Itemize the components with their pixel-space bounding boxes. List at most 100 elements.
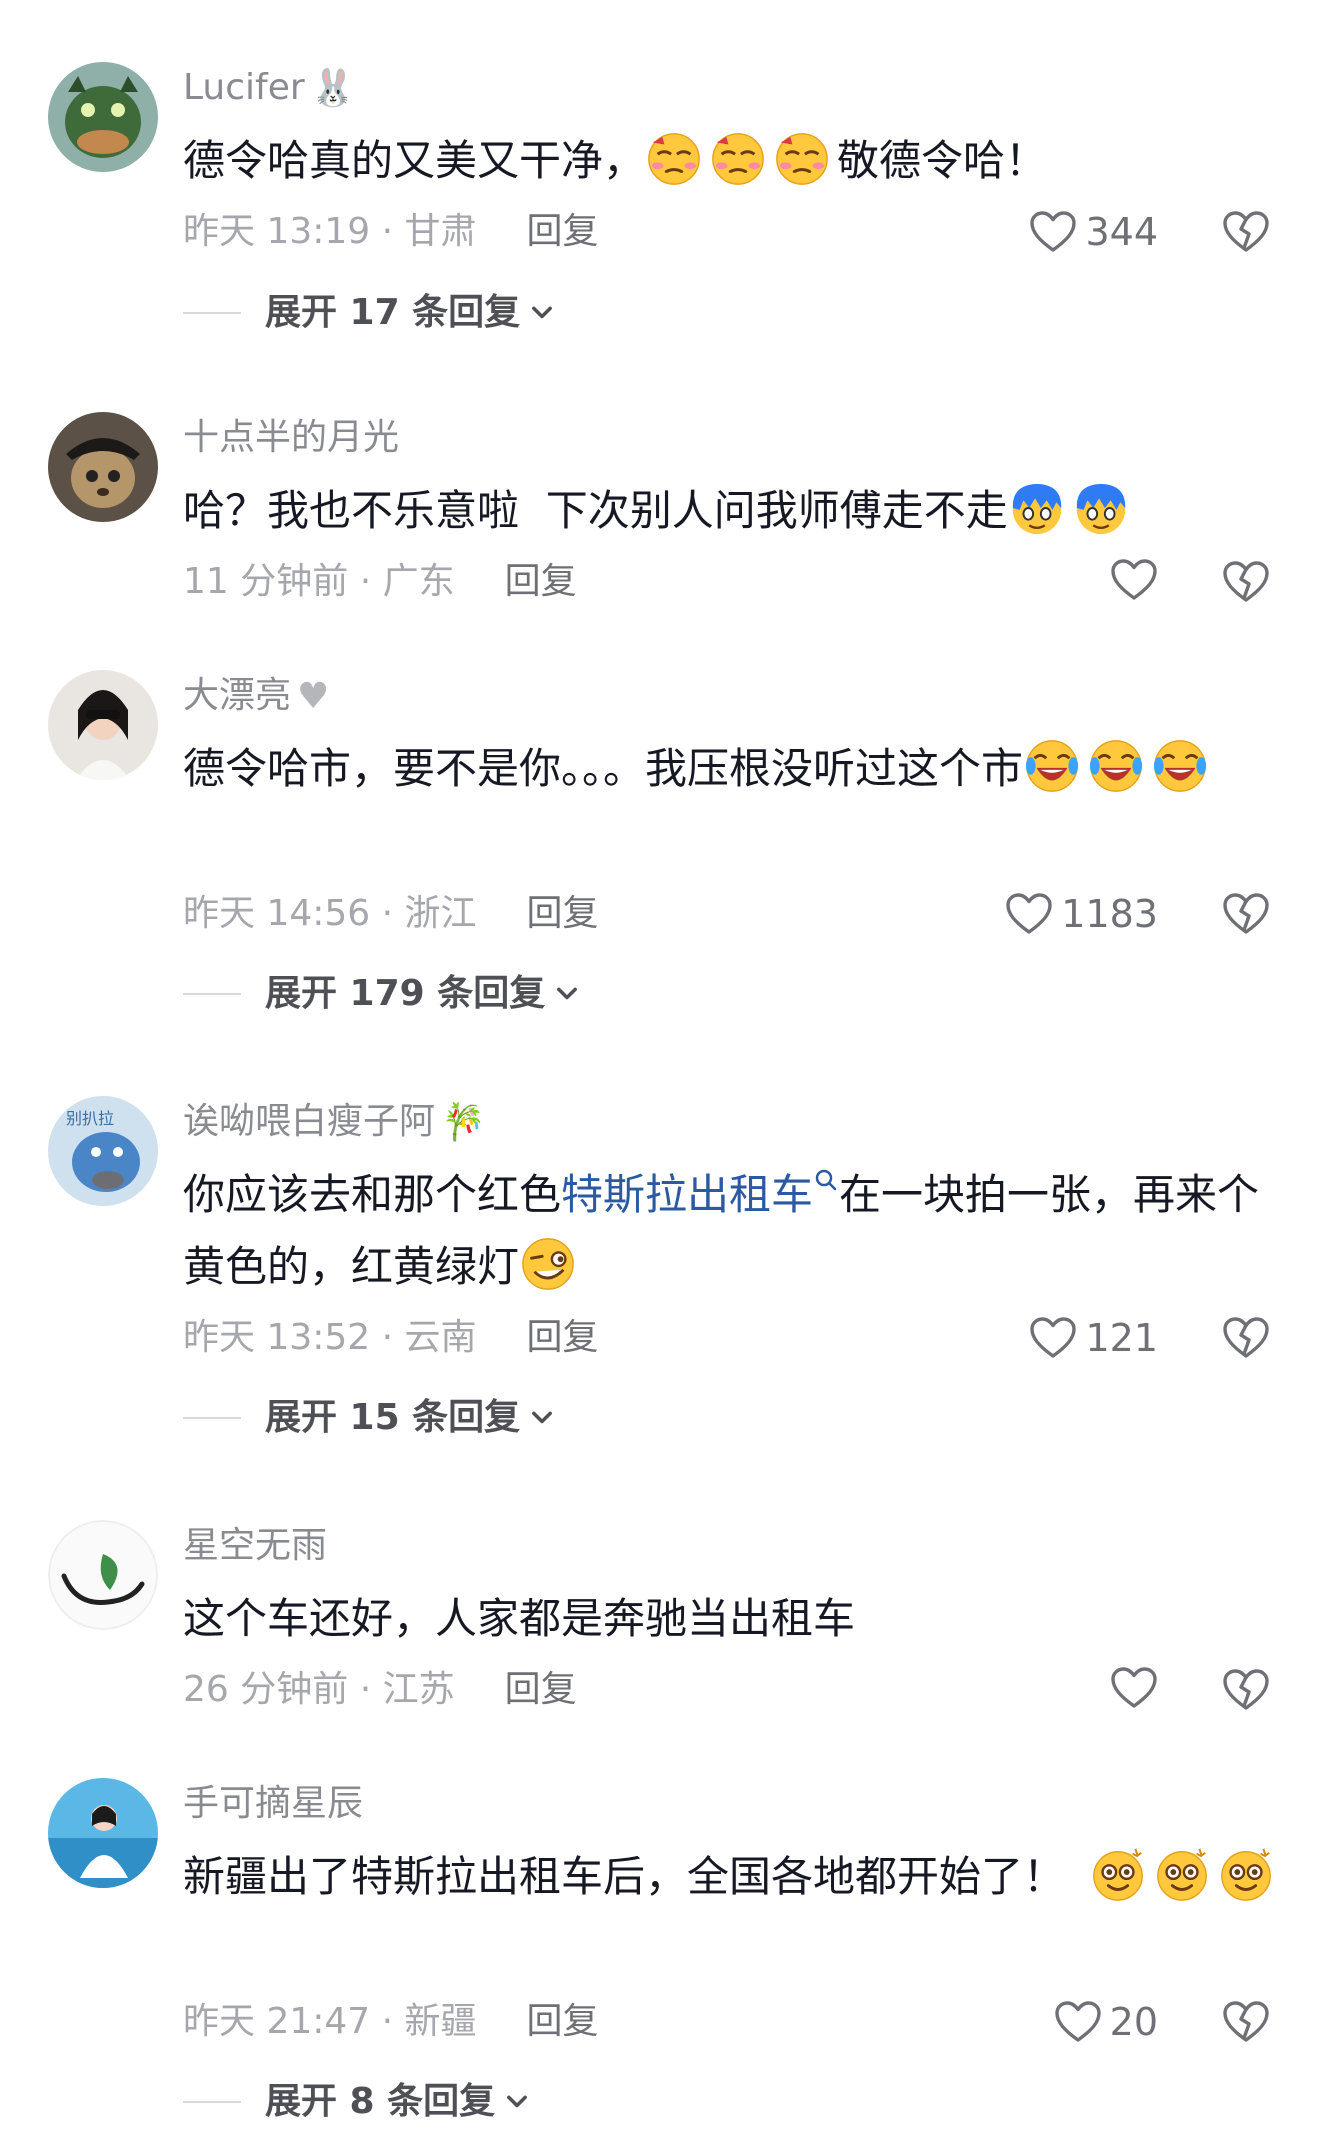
divider — [183, 312, 241, 314]
dislike-button[interactable] — [1222, 1668, 1274, 1716]
comment-meta: 11 分钟前 · 广东 回复 — [183, 558, 577, 606]
crying-laugh-emoji-icon — [1023, 737, 1081, 795]
comment-text: 这个车还好，人家都是奔驰当出租车 — [183, 1583, 1283, 1655]
expand-replies-button[interactable]: 展开 15 条回复 — [183, 1394, 556, 1442]
reply-button[interactable]: 回复 — [527, 211, 599, 252]
like-button[interactable]: 344 — [1029, 208, 1158, 256]
chevron-down-icon — [553, 980, 581, 1008]
comment-text: 德令哈市，要不是你。。。我压根没听过这个市 — [183, 733, 1283, 805]
expand-replies-button[interactable]: 展开 17 条回复 — [183, 289, 556, 337]
dislike-button[interactable] — [1222, 2000, 1274, 2048]
blue-hair-emoji-icon — [1072, 479, 1130, 537]
comment-meta: 昨天 21:47 · 新疆 回复 — [183, 1998, 599, 2046]
heart-outline-icon — [1110, 558, 1158, 602]
chevron-down-icon — [528, 299, 556, 327]
comment-text-part: 这个车还好，人家都是奔驰当出租车 — [183, 1594, 856, 1643]
username[interactable]: Lucifer 🐰 — [183, 64, 356, 113]
dizzy-emoji-icon — [1217, 1845, 1275, 1903]
expand-replies-label: 展开 17 条回复 — [265, 292, 521, 333]
avatar[interactable] — [48, 1520, 158, 1630]
avatar[interactable] — [48, 670, 158, 780]
username[interactable]: 大漂亮 ♥ — [183, 672, 329, 721]
username[interactable]: 星空无雨 — [183, 1522, 327, 1570]
bamboo-icon: 🎋 — [441, 1102, 486, 1143]
expand-replies-label: 展开 8 条回复 — [265, 2081, 496, 2122]
like-button[interactable] — [1110, 1666, 1158, 1710]
avatar[interactable] — [48, 412, 158, 522]
smirk-emoji-icon — [519, 1235, 577, 1293]
smug-emoji-icon — [645, 129, 703, 187]
dislike-button[interactable] — [1222, 560, 1274, 608]
broken-heart-icon — [1222, 210, 1270, 254]
reply-button[interactable]: 回复 — [527, 893, 599, 934]
search-icon[interactable] — [813, 1167, 839, 1207]
timestamp: 昨天 13:19 · 甘肃 — [183, 211, 477, 252]
timestamp: 昨天 13:52 · 云南 — [183, 1317, 477, 1358]
reply-button[interactable]: 回复 — [527, 2001, 599, 2042]
avatar[interactable] — [48, 62, 158, 172]
expand-replies-button[interactable]: 展开 179 条回复 — [183, 970, 581, 1018]
username-text: 手可摘星辰 — [183, 1783, 364, 1824]
timestamp: 昨天 21:47 · 新疆 — [183, 2001, 477, 2042]
dislike-button[interactable] — [1222, 210, 1274, 258]
comment-text: 新疆出了特斯拉出租车后，全国各地都开始了！ — [183, 1841, 1283, 1913]
chevron-down-icon — [503, 2088, 531, 2116]
comment-meta: 昨天 14:56 · 浙江 回复 — [183, 890, 599, 938]
comment-text: 你应该去和那个红色特斯拉出租车 在一块拍一张，再来个黄色的，红黄绿灯 — [183, 1159, 1283, 1303]
divider — [183, 2101, 241, 2103]
reply-button[interactable]: 回复 — [505, 1669, 577, 1710]
like-button[interactable]: 121 — [1029, 1314, 1158, 1362]
heart-outline-icon — [1110, 1666, 1158, 1710]
timestamp: 11 分钟前 · 广东 — [183, 561, 455, 602]
dislike-button[interactable] — [1222, 1316, 1274, 1364]
expand-replies-button[interactable]: 展开 8 条回复 — [183, 2078, 531, 2126]
comment-meta: 昨天 13:19 · 甘肃 回复 — [183, 208, 599, 256]
comment-text-part: 德令哈市，要不是你。。。我压根没听过这个市 — [183, 744, 1024, 793]
like-button[interactable]: 1183 — [1005, 890, 1158, 938]
comment-text-part: 哈？我也不乐意啦 下次别人问我师傅走不走 — [183, 486, 1008, 535]
heart-outline-icon — [1005, 892, 1053, 936]
username[interactable]: 诶呦喂白瘦子阿 🎋 — [183, 1098, 486, 1147]
like-button[interactable]: 20 — [1054, 1998, 1158, 2046]
blue-hair-emoji-icon — [1008, 479, 1066, 537]
username-text: 大漂亮 — [183, 675, 292, 716]
smug-emoji-icon — [709, 129, 767, 187]
reply-button[interactable]: 回复 — [527, 1317, 599, 1358]
dislike-button[interactable] — [1222, 892, 1274, 940]
comment-meta: 昨天 13:52 · 云南 回复 — [183, 1314, 599, 1362]
rabbit-icon: 🐰 — [310, 68, 356, 109]
svg-text:别扒拉: 别扒拉 — [66, 1109, 114, 1128]
expand-replies-label: 展开 15 条回复 — [265, 1397, 521, 1438]
chevron-down-icon — [528, 1404, 556, 1432]
comment-text: 哈？我也不乐意啦 下次别人问我师傅走不走 — [183, 475, 1283, 547]
dizzy-emoji-icon — [1153, 1845, 1211, 1903]
comment-text-part: 敬德令哈！ — [837, 136, 1048, 185]
like-count: 344 — [1085, 210, 1158, 254]
broken-heart-icon — [1222, 2000, 1270, 2044]
username[interactable]: 十点半的月光 — [183, 414, 399, 462]
heart-outline-icon — [1054, 2000, 1102, 2044]
username-text: Lucifer — [183, 67, 305, 108]
like-count: 121 — [1085, 1316, 1158, 1360]
avatar[interactable]: 别扒拉 — [48, 1096, 158, 1206]
broken-heart-icon — [1222, 560, 1270, 604]
username[interactable]: 手可摘星辰 — [183, 1780, 363, 1828]
comment-text-part: 新疆出了特斯拉出租车后，全国各地都开始了！ — [183, 1852, 1066, 1901]
comment-meta: 26 分钟前 · 江苏 回复 — [183, 1666, 577, 1714]
like-count: 1183 — [1061, 892, 1158, 936]
username-text: 十点半的月光 — [183, 417, 400, 458]
timestamp: 昨天 14:56 · 浙江 — [183, 893, 477, 934]
reply-button[interactable]: 回复 — [505, 561, 577, 602]
like-button[interactable] — [1110, 558, 1158, 602]
search-keyword-link[interactable]: 特斯拉出租车 — [561, 1170, 813, 1219]
dizzy-emoji-icon — [1089, 1845, 1147, 1903]
comment-text-part: 德令哈真的又美又干净， — [183, 136, 646, 185]
heart-outline-icon — [1029, 210, 1077, 254]
divider — [183, 1417, 241, 1419]
broken-heart-icon — [1222, 892, 1270, 936]
crying-laugh-emoji-icon — [1151, 737, 1209, 795]
comment-text: 德令哈真的又美又干净， 敬德令哈！ — [183, 125, 1283, 197]
username-text: 诶呦喂白瘦子阿 — [183, 1101, 436, 1142]
avatar[interactable] — [48, 1778, 158, 1888]
timestamp: 26 分钟前 · 江苏 — [183, 1669, 455, 1710]
